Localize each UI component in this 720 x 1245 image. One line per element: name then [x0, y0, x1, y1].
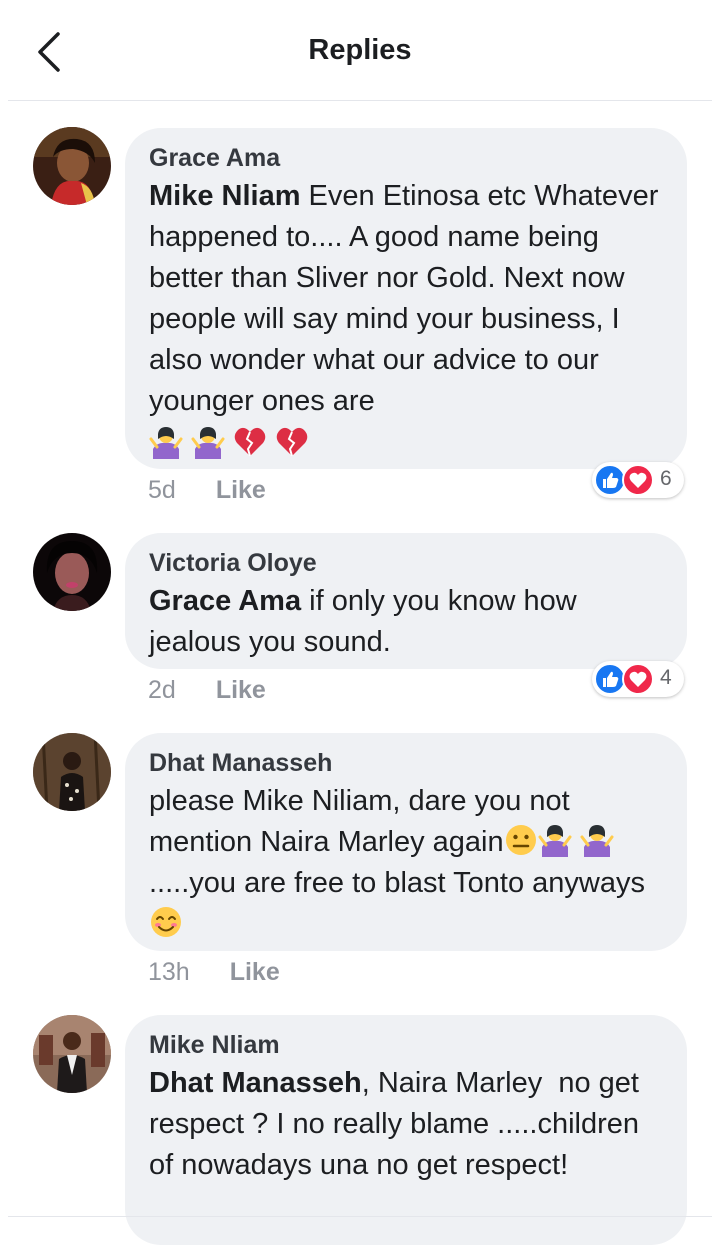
comment-text: please Mike Niliam, dare you not mention… — [149, 781, 663, 945]
comment-text: Dhat Manasseh, Naira Marley no get respe… — [149, 1063, 663, 1186]
comment-bubble[interactable]: Dhat Manasseh please Mike Niliam, dare y… — [125, 733, 687, 951]
emoji-row — [149, 424, 663, 465]
comment-author[interactable]: Dhat Manasseh — [149, 747, 663, 779]
reactions-summary[interactable]: 6 — [592, 462, 684, 498]
comment-text: Mike Nliam Even Etinosa etc Whatever hap… — [149, 176, 663, 465]
comment-bubble[interactable]: Grace Ama Mike Nliam Even Etinosa etc Wh… — [125, 128, 687, 469]
comment-text-line1: Even Etinosa etc — [300, 180, 527, 212]
mention-link[interactable]: Dhat Manasseh — [149, 1067, 362, 1099]
reactions-summary[interactable]: 4 — [592, 661, 684, 697]
page-title: Replies — [308, 34, 412, 66]
neutral-face-emoji-icon — [504, 823, 538, 857]
like-button[interactable]: Like — [216, 476, 266, 505]
comment-text-body: Whatever happened to.... A good name bei… — [149, 180, 659, 417]
reaction-count: 6 — [660, 467, 672, 490]
comment-meta: 2d Like — [148, 676, 266, 705]
bottom-divider — [8, 1216, 712, 1217]
comment-author[interactable]: Mike Nliam — [149, 1029, 663, 1061]
avatar[interactable] — [33, 1015, 111, 1093]
comment-bubble[interactable]: Victoria Oloye Grace Ama if only you kno… — [125, 533, 687, 669]
comment-text: Grace Ama if only you know how jealous y… — [149, 581, 663, 663]
smiling-face-emoji-icon — [149, 905, 183, 939]
person-shrugging-emoji-icon — [191, 425, 225, 459]
mention-link[interactable]: Grace Ama — [149, 585, 301, 617]
comment-meta: 13h Like — [148, 958, 280, 987]
like-button[interactable]: Like — [230, 958, 280, 987]
comment-author[interactable]: Grace Ama — [149, 142, 663, 174]
heart-reaction-icon — [622, 464, 654, 496]
broken-heart-emoji-icon — [275, 425, 309, 459]
person-shrugging-emoji-icon — [580, 823, 614, 857]
person-shrugging-emoji-icon — [538, 823, 572, 857]
top-bar: Replies — [0, 0, 720, 100]
mention-link[interactable]: Mike Nliam — [149, 180, 301, 212]
timestamp[interactable]: 5d — [148, 476, 176, 505]
avatar[interactable] — [33, 733, 111, 811]
reaction-count: 4 — [660, 666, 672, 689]
comment-meta: 5d Like — [148, 476, 266, 505]
heart-reaction-icon — [622, 663, 654, 695]
timestamp[interactable]: 2d — [148, 676, 176, 705]
comment-author[interactable]: Victoria Oloye — [149, 547, 663, 579]
timestamp[interactable]: 13h — [148, 958, 190, 987]
like-button[interactable]: Like — [216, 676, 266, 705]
avatar[interactable] — [33, 533, 111, 611]
broken-heart-emoji-icon — [233, 425, 267, 459]
divider — [8, 100, 712, 101]
person-shrugging-emoji-icon — [149, 425, 183, 459]
avatar[interactable] — [33, 127, 111, 205]
comment-text-part2: .....you are free to blast Tonto anyways — [149, 867, 645, 899]
comment-bubble[interactable]: Mike Nliam Dhat Manasseh, Naira Marley n… — [125, 1015, 687, 1245]
